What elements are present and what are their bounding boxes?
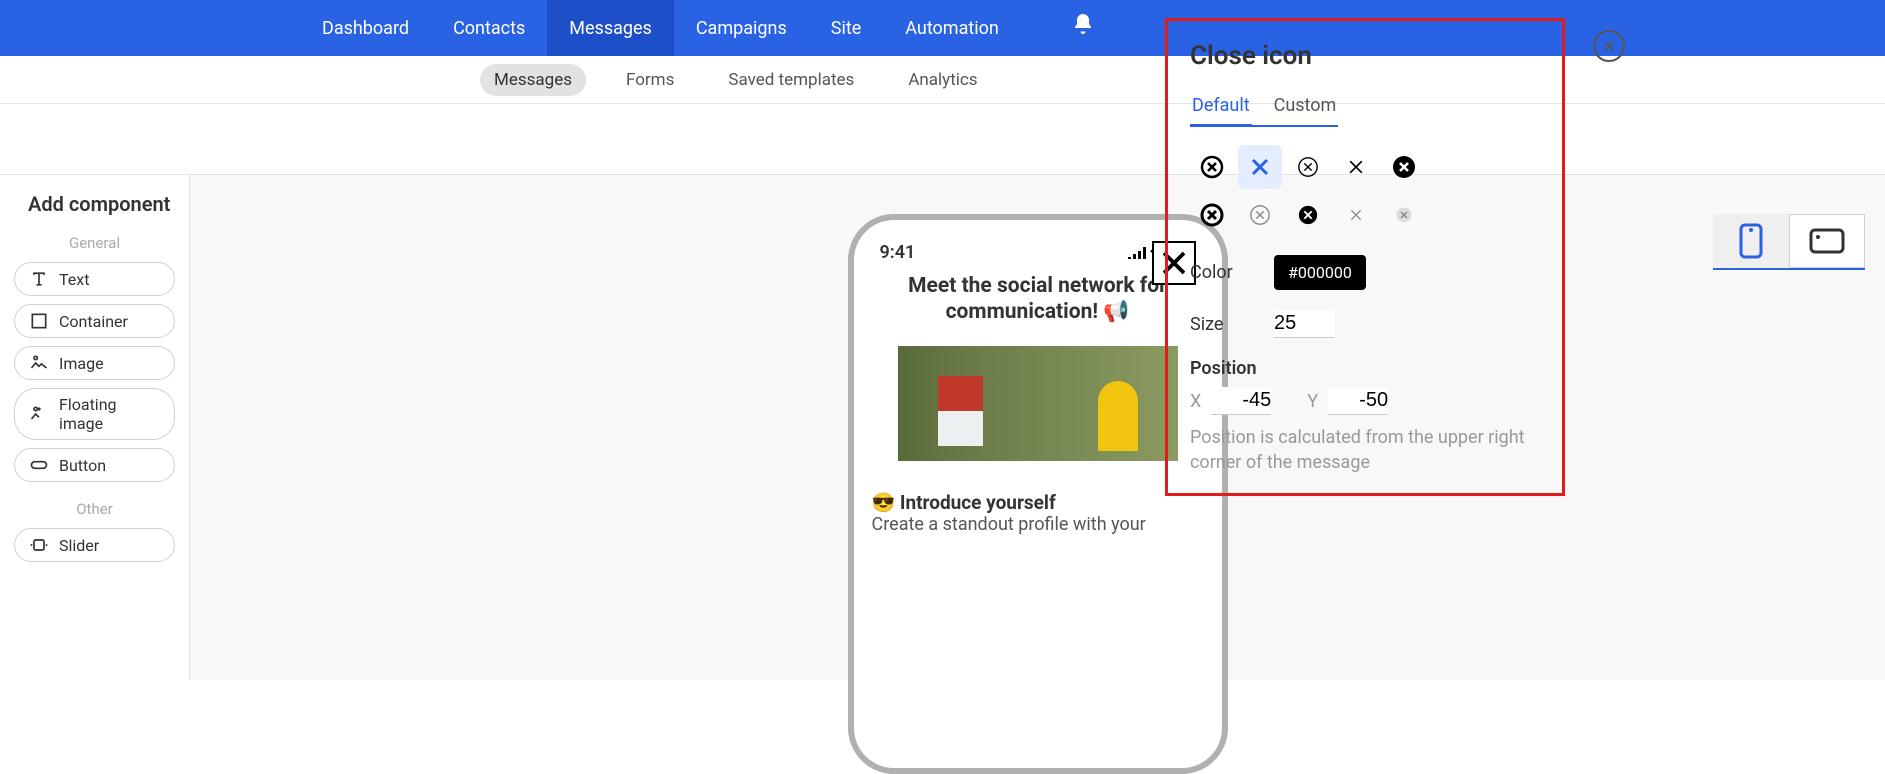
component-text-label: Text <box>59 270 89 289</box>
subnav-analytics[interactable]: Analytics <box>894 64 991 96</box>
size-row: Size <box>1190 310 1540 338</box>
size-input[interactable] <box>1274 310 1334 338</box>
icon-option-4[interactable] <box>1382 145 1426 189</box>
component-text[interactable]: Text <box>14 262 175 296</box>
message-image <box>898 346 1178 461</box>
icon-option-9[interactable] <box>1382 193 1426 237</box>
properties-panel: Close icon Default Custom Color #000000 … <box>1165 18 1565 496</box>
nav-campaigns[interactable]: Campaigns <box>674 0 809 56</box>
nav-messages[interactable]: Messages <box>547 0 674 56</box>
nav-contacts[interactable]: Contacts <box>431 0 547 56</box>
component-image-label: Image <box>59 354 104 373</box>
panel-tabs: Default Custom <box>1190 89 1338 127</box>
text-icon <box>29 269 49 289</box>
container-icon <box>29 311 49 331</box>
icon-option-5[interactable] <box>1190 193 1234 237</box>
component-container-label: Container <box>59 312 128 331</box>
subnav-saved-templates[interactable]: Saved templates <box>714 64 868 96</box>
signal-icon <box>1128 247 1146 259</box>
subnav-messages[interactable]: Messages <box>480 64 586 96</box>
button-icon <box>29 455 49 475</box>
size-label: Size <box>1190 314 1250 335</box>
device-mobile-button[interactable] <box>1713 214 1789 268</box>
position-label: Position <box>1190 358 1540 379</box>
component-button[interactable]: Button <box>14 448 175 482</box>
icon-option-6[interactable] <box>1238 193 1282 237</box>
subnav-forms[interactable]: Forms <box>612 64 688 96</box>
component-image[interactable]: Image <box>14 346 175 380</box>
color-value[interactable]: #000000 <box>1274 255 1366 290</box>
icon-option-0[interactable] <box>1190 145 1234 189</box>
position-row: X Y <box>1190 387 1540 415</box>
phone-time: 9:41 <box>880 242 916 263</box>
component-button-label: Button <box>59 456 106 475</box>
pos-y-input[interactable] <box>1328 387 1388 415</box>
panel-close-button[interactable] <box>1593 30 1625 62</box>
notifications-icon[interactable] <box>1071 12 1095 40</box>
icon-option-3[interactable] <box>1334 145 1378 189</box>
close-icon-options <box>1190 145 1450 237</box>
tab-custom[interactable]: Custom <box>1272 89 1339 125</box>
mobile-icon <box>1739 223 1763 259</box>
color-row: Color #000000 <box>1190 255 1540 290</box>
component-floating-image-label: Floating image <box>59 395 160 433</box>
position-help: Position is calculated from the upper ri… <box>1190 425 1540 475</box>
tab-default[interactable]: Default <box>1190 89 1252 127</box>
color-label: Color <box>1190 262 1250 283</box>
component-sidebar: Add component General Text Container Ima… <box>0 174 190 680</box>
component-slider-label: Slider <box>59 536 99 555</box>
device-toggle <box>1713 214 1865 270</box>
sidebar-title: Add component <box>28 192 179 216</box>
panel-title: Close icon <box>1190 41 1540 71</box>
device-desktop-button[interactable] <box>1789 214 1865 268</box>
group-other-label: Other <box>10 500 179 518</box>
icon-option-7[interactable] <box>1286 193 1330 237</box>
slider-icon <box>29 535 49 555</box>
canvas: 9:41 Meet the social network for communi… <box>190 174 1885 680</box>
group-general-label: General <box>10 234 179 252</box>
pos-x-label: X <box>1190 391 1201 412</box>
component-slider[interactable]: Slider <box>14 528 175 562</box>
sub-nav: Messages Forms Saved templates Analytics <box>0 56 1885 104</box>
main: Add component General Text Container Ima… <box>0 104 1885 680</box>
phone-status-bar: 9:41 <box>866 238 1210 273</box>
floating-image-icon <box>29 404 49 424</box>
icon-option-2[interactable] <box>1286 145 1330 189</box>
section-heading: 😎 Introduce yourself <box>866 491 1210 514</box>
pos-x-input[interactable] <box>1211 387 1271 415</box>
icon-option-1[interactable] <box>1238 145 1282 189</box>
image-icon <box>29 353 49 373</box>
nav-dashboard[interactable]: Dashboard <box>300 0 431 56</box>
nav-automation[interactable]: Automation <box>883 0 1021 56</box>
icon-option-8[interactable] <box>1334 193 1378 237</box>
component-floating-image[interactable]: Floating image <box>14 388 175 440</box>
nav-site[interactable]: Site <box>809 0 884 56</box>
pos-y-label: Y <box>1307 391 1318 412</box>
desktop-icon <box>1809 228 1845 254</box>
component-container[interactable]: Container <box>14 304 175 338</box>
section-body: Create a standout profile with your <box>866 514 1210 535</box>
close-icon <box>1600 37 1618 55</box>
